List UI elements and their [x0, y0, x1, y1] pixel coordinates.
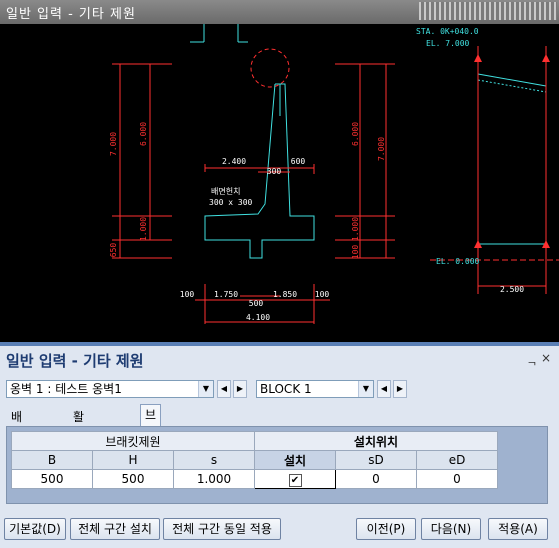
- label-haunch-size: 300 x 300: [209, 198, 253, 207]
- window-title: 일반 입력 - 기타 제원: [6, 7, 136, 22]
- label-haunch: 배면헌치: [211, 186, 240, 196]
- col-header-sd: sD: [335, 450, 417, 470]
- dim-7000-right: 7.000: [377, 137, 386, 161]
- block-prev-button[interactable]: ◀: [377, 380, 391, 398]
- dim-2400: 2.400: [222, 157, 246, 166]
- wall-prev-button[interactable]: ◀: [217, 380, 231, 398]
- window-titlebar: 일반 입력 - 기타 제원: [0, 0, 559, 24]
- block-next-button[interactable]: ▶: [393, 380, 407, 398]
- dim-300: 300: [267, 167, 282, 176]
- cell-install[interactable]: ✔: [254, 469, 336, 489]
- group-header-position: 설치위치: [254, 431, 498, 451]
- bracket-grid: 브래킷제원 설치위치 B H s 설치 sD eD 500 500 1.000 …: [11, 431, 498, 489]
- install-all-button[interactable]: 전체 구간 설치: [70, 518, 160, 540]
- block-select-value: BLOCK 1: [260, 382, 312, 396]
- block-select[interactable]: BLOCK 1 ▼: [256, 380, 374, 398]
- bracket-grid-container: 브래킷제원 설치위치 B H s 설치 sD eD 500 500 1.000 …: [6, 426, 548, 504]
- dim-4100: 4.100: [246, 313, 270, 322]
- cell-h[interactable]: 500: [92, 469, 174, 489]
- dim-100-right: 100: [351, 245, 360, 260]
- apply-button[interactable]: 적용(A): [488, 518, 548, 540]
- wall-section: [204, 83, 315, 259]
- panel-title: 일반 입력 - 기타 제원: [6, 352, 144, 370]
- dim-1000-right: 1.000: [351, 217, 360, 241]
- dim-600: 600: [291, 157, 306, 166]
- apply-all-same-button[interactable]: 전체 구간 동일 적용: [163, 518, 281, 540]
- dim-1000-left: 1.000: [139, 217, 148, 241]
- dim-500: 500: [249, 299, 264, 308]
- dim-6000-right: 6.000: [351, 122, 360, 146]
- wall-select[interactable]: 옹벽 1 : 테스트 옹벽1 ▼: [6, 380, 214, 398]
- tab-back-haunch[interactable]: 배면헌치: [6, 406, 27, 484]
- table-row: 500 500 1.000 ✔ 0 0: [11, 469, 498, 489]
- dim-100-b: 100: [315, 290, 330, 299]
- col-header-ed: eD: [416, 450, 498, 470]
- prev-button[interactable]: 이전(P): [356, 518, 416, 540]
- elevation-view: [477, 73, 547, 245]
- label-el-bottom: EL. 0.000: [436, 257, 480, 266]
- col-header-b: B: [11, 450, 93, 470]
- dim-650: 650: [109, 243, 118, 258]
- pin-icon[interactable]: ᆨ: [527, 352, 537, 368]
- wall-select-value: 옹벽 1 : 테스트 옹벽1: [10, 382, 122, 396]
- col-header-s: s: [173, 450, 255, 470]
- label-el-top: EL. 7.000: [426, 39, 470, 48]
- cell-ed[interactable]: 0: [416, 469, 498, 489]
- col-header-h: H: [92, 450, 174, 470]
- cad-drawing-area[interactable]: 7.000 6.000 1.000 650 6.000 7.000 1.000 …: [0, 24, 559, 342]
- group-header-bracket: 브래킷제원: [11, 431, 255, 451]
- tab-bracket[interactable]: 브래킷: [140, 404, 162, 462]
- dim-6000-left: 6.000: [139, 122, 148, 146]
- wall-next-button[interactable]: ▶: [233, 380, 247, 398]
- install-checkbox[interactable]: ✔: [288, 473, 302, 487]
- dim-1850: 1.850: [273, 290, 297, 299]
- dim-2500: 2.500: [500, 285, 524, 294]
- dim-7000-left: 7.000: [109, 132, 118, 156]
- col-header-install: 설치: [254, 450, 336, 470]
- default-button[interactable]: 기본값(D): [4, 518, 66, 540]
- tab-anti-slide-wall[interactable]: 활동방지벽: [68, 406, 89, 504]
- dim-1750: 1.750: [214, 290, 238, 299]
- label-sta: STA. 0K+040.0: [416, 27, 479, 36]
- cell-s[interactable]: 1.000: [173, 469, 255, 489]
- chevron-down-icon[interactable]: ▼: [198, 381, 213, 397]
- detail-circle: [250, 48, 290, 88]
- titlebar-grip: [419, 2, 557, 20]
- next-button[interactable]: 다음(N): [421, 518, 481, 540]
- cell-b[interactable]: 500: [11, 469, 93, 489]
- cell-sd[interactable]: 0: [335, 469, 417, 489]
- chevron-down-icon[interactable]: ▼: [358, 381, 373, 397]
- close-icon[interactable]: ×: [541, 351, 551, 365]
- dim-100-a: 100: [180, 290, 195, 299]
- input-panel: 일반 입력 - 기타 제원 ᆨ × 옹벽 1 : 테스트 옹벽1 ▼ ◀ ▶ B…: [0, 346, 559, 548]
